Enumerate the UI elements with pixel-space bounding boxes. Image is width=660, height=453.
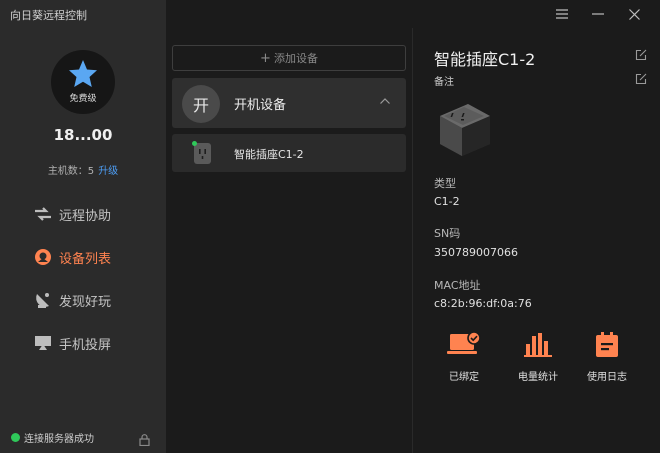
star-icon [69,60,97,87]
plus-icon: + [260,50,271,66]
nav-item-screen-cast[interactable]: 手机投屏 [34,332,111,354]
mac-value: c8:2b:96:df:0a:76 [434,297,532,310]
lock-icon[interactable] [139,431,150,450]
menu-button[interactable] [544,4,580,24]
nav-label: 发现好玩 [59,294,112,310]
bar-chart-icon [524,333,552,357]
satellite-dish-icon [34,291,52,309]
group-badge: 开 [182,85,220,123]
usage-log-label: 使用日志 [587,372,627,383]
host-count-label: 主机数：5 [47,166,95,177]
remark-label: 备注 [434,77,454,88]
edit-remark-icon[interactable] [635,73,647,85]
nav-item-discover[interactable]: 发现好玩 [34,289,111,311]
add-device-label: 添加设备 [273,52,318,65]
power-stats-label: 电量统计 [518,372,558,383]
device-title: 智能插座C1-2 [434,50,536,69]
group-name: 开机设备 [234,98,287,113]
remote-assist-icon [34,205,52,223]
minimize-icon [592,13,604,15]
upgrade-link[interactable]: 升级 [98,166,118,177]
host-count-row: 主机数：5 升级 [0,162,166,177]
usage-log-button[interactable]: 使用日志 [577,330,637,383]
sidebar: 向日葵远程控制 免费级 18...00 主机数：5 升级 远程协助 设备列表 发现… [0,0,166,453]
device-group-header[interactable]: 开 开机设备 [172,78,406,128]
menu-icon [556,9,568,19]
plan-label: 免费级 [69,94,97,104]
device-list-icon [34,248,52,266]
device-detail-pane: 智能插座C1-2 备注 类型 C1-2 SN码 350789007066 MAC… [413,28,660,453]
device-list-pane: + 添加设备 开 开机设备 智能插座C1-2 [166,28,412,453]
device-name: 智能插座C1-2 [234,148,304,161]
close-icon [628,8,640,20]
window-controls [544,4,652,24]
nav-item-remote-assist[interactable]: 远程协助 [34,203,111,225]
connection-status: 连接服务器成功 [11,430,94,445]
laptop-check-icon [447,332,481,354]
nav-label: 远程协助 [59,208,112,224]
status-text: 连接服务器成功 [24,434,94,445]
smart-plug-product-image [440,104,490,156]
device-row[interactable]: 智能插座C1-2 [172,134,406,172]
edit-title-icon[interactable] [635,49,647,61]
bound-label: 已绑定 [449,372,479,383]
username: 18...00 [53,126,113,144]
status-dot [11,433,20,442]
screen-cast-icon [34,334,52,352]
power-stats-button[interactable]: 电量统计 [508,330,568,383]
sn-label: SN码 [434,227,461,240]
minimize-button[interactable] [580,4,616,24]
avatar[interactable]: 免费级 [51,50,115,114]
nav-item-device-list[interactable]: 设备列表 [34,246,111,268]
log-book-icon [596,332,618,357]
type-label: 类型 [434,177,456,190]
app-title: 向日葵远程控制 [10,9,87,22]
close-button[interactable] [616,4,652,24]
type-value: C1-2 [434,195,460,208]
chevron-up-icon [380,98,390,104]
bound-button[interactable]: 已绑定 [434,330,494,383]
nav-label: 手机投屏 [59,337,112,353]
nav-label: 设备列表 [59,251,112,267]
sn-value: 350789007066 [434,246,518,259]
mac-label: MAC地址 [434,279,481,292]
add-device-button[interactable]: + 添加设备 [172,45,406,71]
smart-plug-icon [192,141,211,164]
